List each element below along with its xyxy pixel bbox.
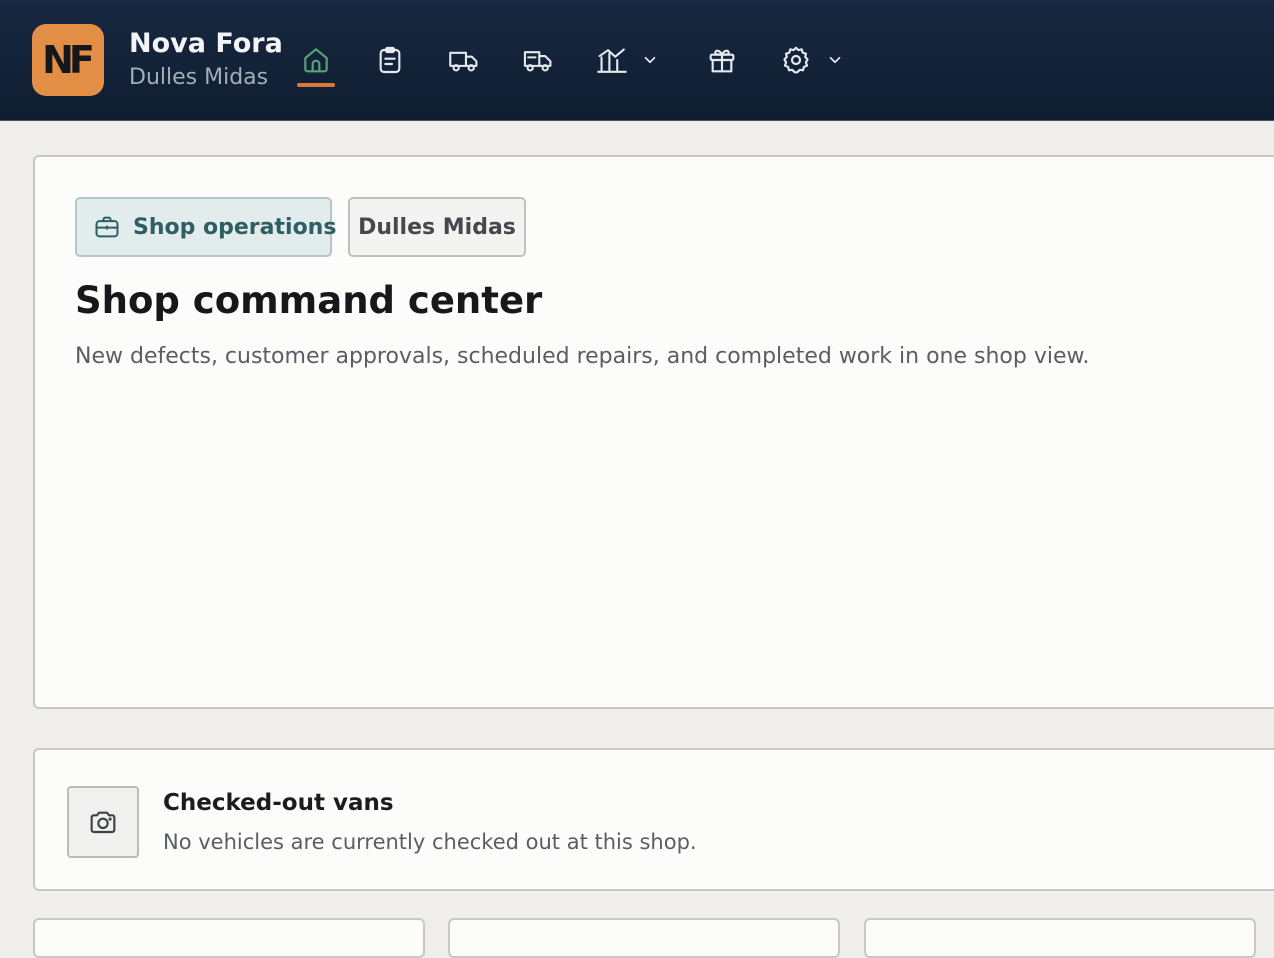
vans-description: No vehicles are currently checked out at… — [163, 830, 697, 854]
page-title: Shop command center — [75, 279, 543, 322]
shop-name-label: Dulles Midas — [358, 214, 516, 240]
shop-operations-chip[interactable]: Shop operations — [75, 197, 336, 257]
briefcase-icon — [93, 213, 121, 241]
summary-card — [33, 918, 425, 958]
camera-icon — [90, 811, 116, 834]
checked-out-vans-card: Checked-out vans No vehicles are current… — [33, 748, 1274, 891]
vans-icon-box — [67, 786, 139, 858]
chevron-down-icon — [644, 56, 656, 64]
home-icon — [304, 48, 328, 73]
nav-vehicles-button[interactable] — [521, 40, 555, 80]
delivery-truck-icon — [523, 51, 552, 72]
brand-logo[interactable]: NF — [32, 24, 104, 96]
top-nav-bar: NF Nova Fora Dulles Midas — [0, 0, 1274, 121]
nav-home-button[interactable] — [300, 40, 332, 80]
shop-name-chip[interactable]: Dulles Midas — [348, 197, 526, 257]
brand-name: Nova Fora — [129, 28, 283, 59]
nav-settings-button[interactable] — [780, 40, 844, 80]
shop-command-center-card: Shop operations Dulles Midas Shop comman… — [33, 155, 1274, 709]
clipboard-icon — [379, 46, 401, 74]
summary-card — [864, 918, 1256, 958]
gift-icon — [709, 49, 735, 73]
chevron-down-icon — [829, 56, 841, 64]
nav-active-indicator — [297, 83, 335, 87]
brand-location: Dulles Midas — [129, 65, 269, 90]
nav-fleet-button[interactable] — [447, 40, 481, 80]
nav-work-orders-button[interactable] — [374, 40, 406, 80]
shop-operations-label: Shop operations — [133, 214, 337, 240]
vans-title: Checked-out vans — [163, 790, 394, 816]
nav-analytics-button[interactable] — [595, 40, 659, 80]
logo-text: NF — [42, 38, 95, 82]
analytics-icon — [597, 48, 627, 73]
page-description: New defects, customer approvals, schedul… — [75, 344, 1090, 369]
nav-rewards-button[interactable] — [706, 40, 738, 80]
gear-icon — [783, 46, 809, 74]
truck-icon — [449, 51, 478, 72]
summary-card — [448, 918, 840, 958]
